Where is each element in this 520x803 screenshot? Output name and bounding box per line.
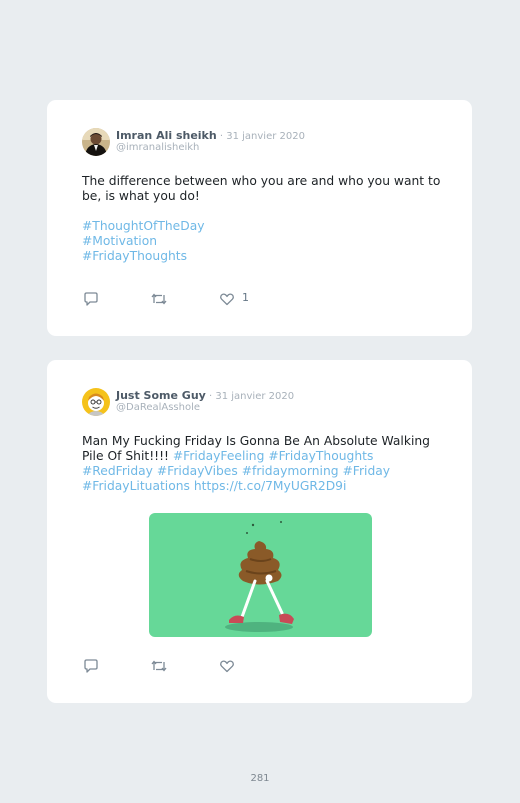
author-line: Imran Ali sheikh · 31 janvier 2020	[116, 129, 305, 142]
retweet-icon[interactable]	[150, 658, 168, 674]
hashtag-link[interactable]: #fridaymorning	[242, 464, 339, 478]
tweet-date[interactable]: · 31 janvier 2020	[206, 391, 294, 402]
hashtag-link[interactable]: #Friday	[343, 464, 391, 478]
hashtag-link[interactable]: #FridayLituations	[82, 479, 190, 493]
tweet-media-gif[interactable]	[149, 513, 372, 637]
heart-icon[interactable]	[219, 291, 235, 307]
reply-icon[interactable]	[83, 658, 99, 674]
hashtag-list: #ThoughtOfTheDay #Motivation #FridayThou…	[82, 219, 205, 264]
hashtag-link[interactable]: #FridayThoughts	[268, 449, 373, 463]
tweet-text: Man My Fucking Friday Is Gonna Be An Abs…	[82, 434, 442, 494]
hashtag-link[interactable]: #ThoughtOfTheDay	[82, 219, 205, 234]
page-number: 281	[250, 773, 270, 784]
avatar[interactable]	[82, 388, 110, 416]
author-handle[interactable]: @DaRealAsshole	[116, 402, 200, 413]
like-count: 1	[242, 291, 249, 304]
tweet-text: The difference between who you are and w…	[82, 174, 441, 203]
tweet-link[interactable]: https://t.co/7MyUGR2D9i	[194, 479, 347, 493]
tweet-card: Imran Ali sheikh · 31 janvier 2020 @imra…	[47, 100, 472, 336]
hashtag-link[interactable]: #RedFriday	[82, 464, 153, 478]
tweet-actions: 1	[83, 291, 283, 307]
hashtag-link[interactable]: #FridayFeeling	[173, 449, 265, 463]
walking-poop-illustration	[225, 521, 294, 632]
hashtag-link[interactable]: #Motivation	[82, 234, 205, 249]
tweet-actions	[83, 658, 283, 674]
heart-icon[interactable]	[219, 658, 235, 674]
avatar[interactable]	[82, 128, 110, 156]
author-name[interactable]: Just Some Guy	[116, 389, 206, 402]
author-name[interactable]: Imran Ali sheikh	[116, 129, 217, 142]
tweet-date[interactable]: · 31 janvier 2020	[217, 131, 305, 142]
hashtag-link[interactable]: #FridayThoughts	[82, 249, 205, 264]
reply-icon[interactable]	[83, 291, 99, 307]
author-line: Just Some Guy · 31 janvier 2020	[116, 389, 294, 402]
hashtag-link[interactable]: #FridayVibes	[157, 464, 238, 478]
tweet-card: Just Some Guy · 31 janvier 2020 @DaRealA…	[47, 360, 472, 703]
author-handle[interactable]: @imranalisheikh	[116, 142, 199, 153]
retweet-icon[interactable]	[150, 291, 168, 307]
